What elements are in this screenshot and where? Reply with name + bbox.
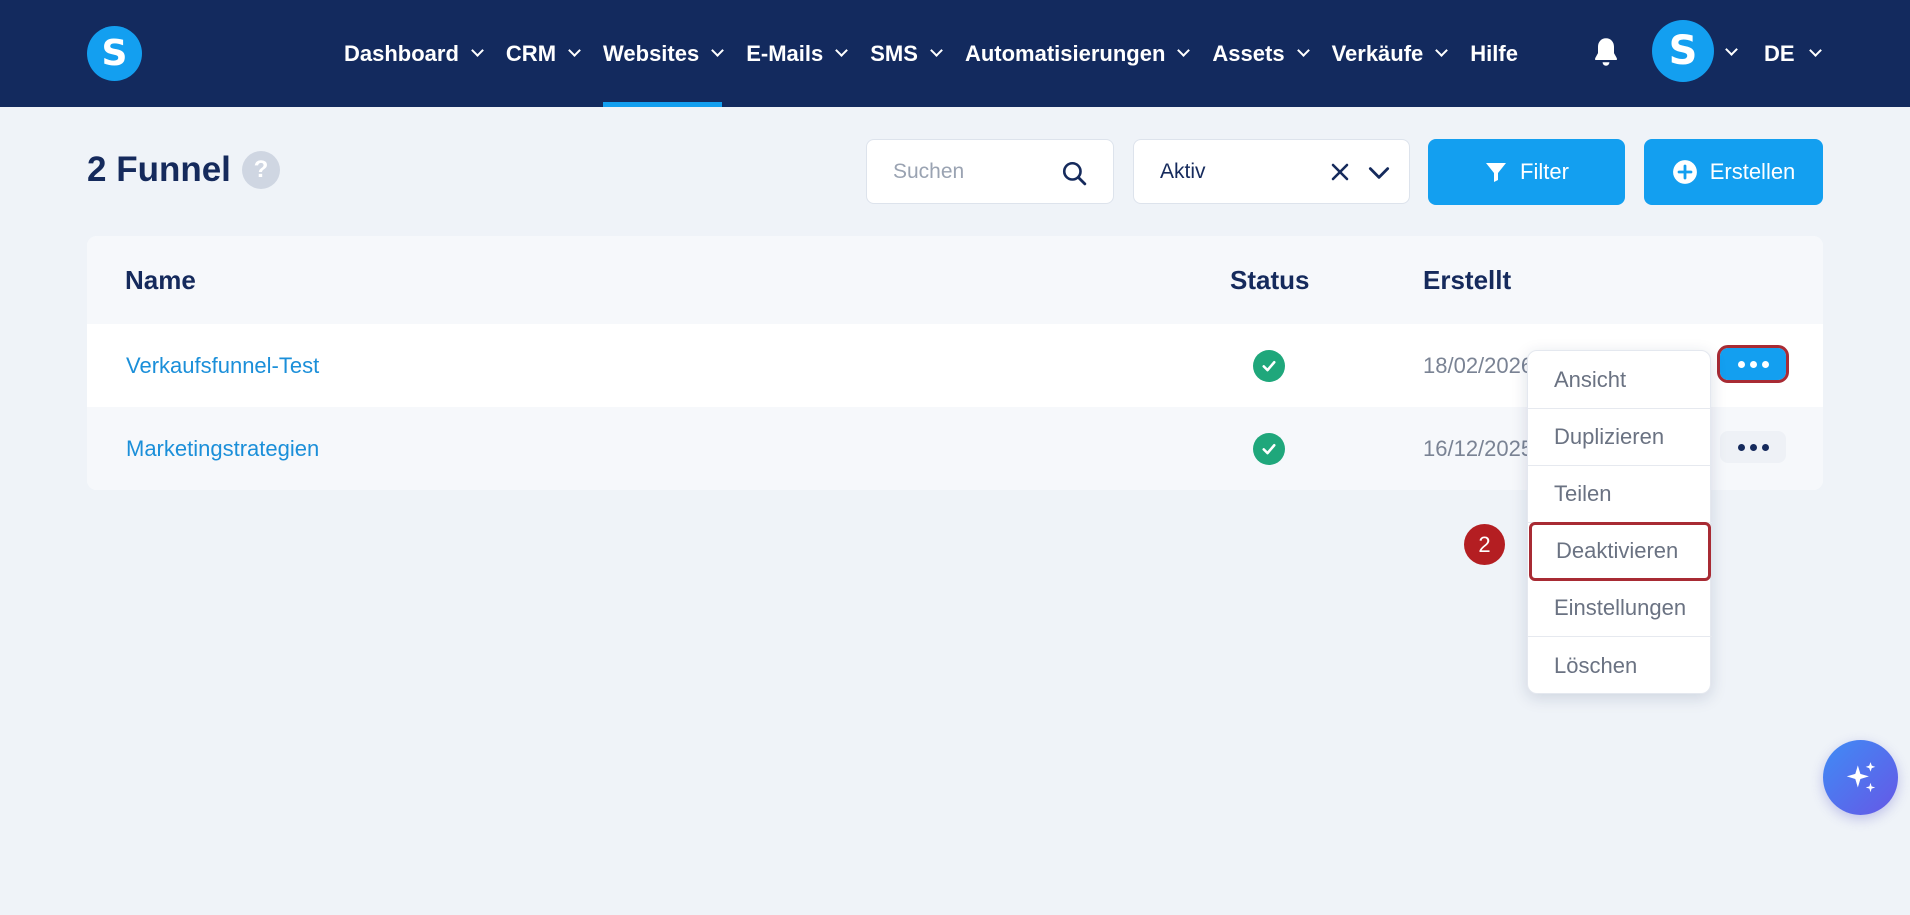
main-nav: Dashboard CRM Websites E-Mails SMS Autom…: [344, 0, 1544, 107]
create-button-label: Erstellen: [1709, 159, 1796, 184]
nav-item-sms[interactable]: SMS: [870, 0, 943, 107]
plus-circle-icon: [1672, 160, 1697, 184]
funnel-name-link[interactable]: Verkaufsfunnel-Test: [126, 324, 319, 407]
nav-item-label: Dashboard: [344, 40, 459, 66]
nav-item-help[interactable]: Hilfe: [1470, 0, 1518, 107]
menu-item-settings[interactable]: Einstellungen: [1528, 580, 1712, 637]
nav-item-automations[interactable]: Automatisierungen: [964, 0, 1191, 107]
more-dot: [1761, 443, 1769, 451]
menu-item-share[interactable]: Teilen: [1528, 466, 1712, 523]
row-actions-button[interactable]: [1717, 345, 1789, 383]
column-header-name[interactable]: Name: [125, 236, 196, 324]
page-title: 2 Funnel ?: [87, 150, 280, 190]
check-circle-icon: [1253, 350, 1285, 382]
more-dot: [1737, 443, 1745, 451]
nav-item-websites[interactable]: Websites: [603, 0, 725, 107]
nav-item-label: Websites: [603, 40, 700, 66]
sparkles-icon: [1846, 761, 1875, 792]
help-badge-text: ?: [253, 156, 269, 183]
nav-item-label: Assets: [1212, 40, 1285, 66]
chevron-down-icon: [930, 44, 943, 57]
check-circle-icon: [1253, 433, 1285, 465]
nav-item-dashboard[interactable]: Dashboard: [344, 0, 484, 107]
nav-item-label: Verkäufe: [1331, 40, 1424, 66]
avatar-letter: S: [1668, 28, 1698, 74]
table-header: Name Status Erstellt: [87, 236, 1823, 324]
language-selector[interactable]: DE: [1764, 0, 1822, 107]
chevron-down-icon: [1296, 44, 1310, 57]
filter-button-label: Filter: [1520, 159, 1569, 184]
brand-logo[interactable]: S: [87, 26, 142, 81]
step-number-badge: 2: [1464, 524, 1505, 565]
nav-item-sales[interactable]: Verkäufe: [1331, 0, 1449, 107]
more-dot: [1737, 360, 1745, 368]
brand-logo-letter: S: [101, 33, 128, 74]
user-avatar[interactable]: S: [1652, 20, 1714, 82]
nav-item-label: E-Mails: [746, 40, 824, 66]
chevron-down-icon: [471, 44, 484, 57]
create-button[interactable]: Erstellen: [1644, 139, 1823, 205]
chevron-down-icon[interactable]: [1366, 160, 1392, 186]
menu-item-delete[interactable]: Löschen: [1528, 637, 1712, 694]
chevron-down-icon: [711, 44, 725, 57]
chevron-down-icon[interactable]: [1725, 43, 1738, 56]
nav-item-crm[interactable]: CRM: [505, 0, 581, 107]
search-icon[interactable]: [1061, 160, 1087, 186]
column-header-status[interactable]: Status: [1230, 236, 1309, 324]
funnel-icon: [1486, 163, 1507, 182]
more-dot: [1749, 360, 1757, 368]
chevron-down-icon: [1435, 44, 1449, 57]
created-date: 18/02/2026: [1423, 352, 1534, 378]
menu-item-view[interactable]: Ansicht: [1528, 352, 1712, 409]
nav-item-label: CRM: [505, 40, 557, 66]
more-dot: [1761, 360, 1769, 368]
search-box: [866, 139, 1114, 204]
page-title-text: 2 Funnel: [87, 150, 231, 189]
nav-item-label: SMS: [870, 40, 918, 66]
more-dot: [1749, 443, 1757, 451]
column-header-created[interactable]: Erstellt: [1423, 236, 1511, 324]
chevron-down-icon: [1177, 44, 1191, 57]
filter-button[interactable]: Filter: [1428, 139, 1625, 205]
row-actions-button[interactable]: [1720, 431, 1786, 463]
row-action-menu: Ansicht Duplizieren Teilen Deaktivieren …: [1527, 350, 1712, 694]
bell-icon[interactable]: [1592, 36, 1620, 68]
step-number: 2: [1478, 531, 1491, 557]
nav-item-label: Hilfe: [1470, 40, 1518, 66]
chevron-down-icon: [568, 44, 581, 57]
top-navigation-bar: S Dashboard CRM Websites E-Mails SMS Aut…: [0, 0, 1910, 107]
funnel-name-link[interactable]: Marketingstrategien: [126, 407, 319, 490]
menu-item-duplicate[interactable]: Duplizieren: [1528, 409, 1712, 466]
menu-item-deactivate[interactable]: Deaktivieren: [1529, 522, 1711, 581]
close-icon[interactable]: [1328, 160, 1352, 184]
chevron-down-icon: [1808, 44, 1822, 57]
nav-item-label: Automatisierungen: [964, 40, 1166, 66]
search-input[interactable]: [893, 159, 1053, 184]
help-circle-icon[interactable]: ?: [241, 151, 280, 189]
chevron-down-icon: [835, 44, 849, 57]
assistant-button[interactable]: [1823, 740, 1898, 815]
language-label: DE: [1764, 40, 1795, 66]
status-filter-value: Aktiv: [1160, 159, 1206, 183]
nav-item-emails[interactable]: E-Mails: [746, 0, 849, 107]
created-date: 16/12/2025: [1423, 435, 1534, 461]
status-filter-select[interactable]: Aktiv: [1133, 139, 1410, 204]
nav-item-assets[interactable]: Assets: [1212, 0, 1310, 107]
